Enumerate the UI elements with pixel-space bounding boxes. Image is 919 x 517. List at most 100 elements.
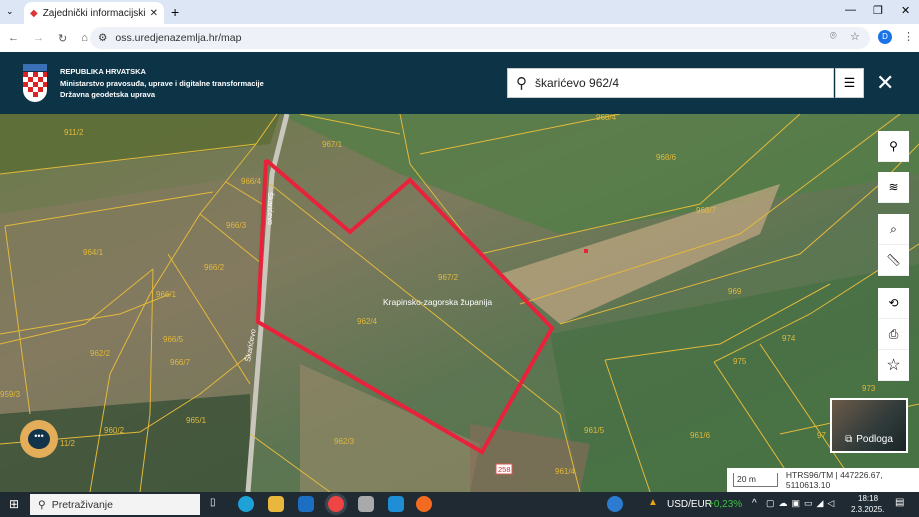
printer-icon: ⎙ <box>888 326 899 341</box>
parcel-label: 964/1 <box>83 248 104 257</box>
parcel-label: 967/2 <box>438 273 459 282</box>
parcel-label: 962/3 <box>334 437 355 446</box>
bookmark-star-icon[interactable]: ☆ <box>850 30 860 43</box>
app-icon[interactable] <box>358 496 374 512</box>
home-icon[interactable]: ⌂ <box>81 32 88 44</box>
site-favicon-icon: ◆ <box>30 7 38 19</box>
parcel-label: 962/4 <box>357 317 378 326</box>
map-pin-icon: ⚲ <box>889 139 898 153</box>
search-value: škarićevo 962/4 <box>535 76 620 90</box>
parcel-label: 961/6 <box>690 431 711 440</box>
parcel-label: 966/5 <box>163 335 184 344</box>
org-name: REPUBLIKA HRVATSKA <box>60 67 146 76</box>
ticker-label[interactable]: USD/EUR <box>667 499 712 510</box>
taskbar-search[interactable]: ⚲ Pretraživanje <box>30 494 200 515</box>
task-view-icon[interactable]: ▯ <box>210 497 216 508</box>
parcel-label: 966/1 <box>156 290 177 299</box>
parcel-label: 975 <box>733 357 747 366</box>
profile-avatar[interactable]: D <box>878 30 892 44</box>
filter-button[interactable]: ☰ <box>835 68 864 98</box>
sliders-icon: ☰ <box>843 75 856 90</box>
close-window-icon[interactable]: ✕ <box>901 4 910 17</box>
layers-icon: ≋ <box>888 180 899 194</box>
firefox-icon[interactable] <box>416 496 432 512</box>
clock-time[interactable]: 18:18 <box>858 494 878 503</box>
county-label: Krapinsko-zagorska županija <box>383 297 492 307</box>
ticker-change: +0,23% <box>708 499 743 510</box>
measure-button[interactable]: 📏︎ <box>878 245 909 276</box>
print-button[interactable]: ⎙ <box>878 319 909 350</box>
file-explorer-icon[interactable] <box>268 496 284 512</box>
browser-tab-bar: ⌄ ◆ Zajednički informacijski sustav ✕ + … <box>0 0 919 24</box>
parcel-label: 960/2 <box>104 426 125 435</box>
close-search-icon[interactable]: ✕ <box>876 72 894 94</box>
tab-list-icon[interactable]: ⌄ <box>6 6 14 17</box>
parcel-map[interactable]: 911/2 966/4 967/1 968/4 968/6 968/7 966/… <box>0 114 919 492</box>
search-icon: ⚲ <box>38 498 46 511</box>
parcel-label: 966/2 <box>204 263 225 272</box>
layers-button[interactable]: ≋ <box>878 172 909 203</box>
favorite-button[interactable]: ☆ <box>878 350 909 381</box>
location-icon[interactable]: ⌾ <box>830 30 837 43</box>
scale-coordinates-bar: 20 m HTRS96/TM | 447226.67, 5110613.10 <box>727 468 919 492</box>
parcel-label: 965/1 <box>186 416 207 425</box>
tab-title: Zajednički informacijski sustav <box>42 7 145 19</box>
app-header: REPUBLIKA HRVATSKA Ministarstvo pravosuđ… <box>0 52 919 114</box>
basemap-label: Podloga <box>856 434 893 445</box>
back-icon[interactable]: ← <box>8 32 19 44</box>
help-icon[interactable] <box>607 496 623 512</box>
scale-indicator: 20 m <box>733 473 778 487</box>
parcel-label: 969 <box>728 287 742 296</box>
tray-icons[interactable]: ▢☁▣▭◢◁ <box>766 498 838 509</box>
address-bar: ← → ↻ ⌂ ⚙ oss.uredjenazemlja.hr/map ⌾ ☆ … <box>0 24 919 52</box>
parcel-label: 911/2 <box>64 128 84 137</box>
chat-button[interactable]: ••• <box>20 420 58 458</box>
ruler-icon: 📏︎ <box>885 253 902 267</box>
chat-icon: ••• <box>28 429 50 449</box>
new-tab-icon[interactable]: + <box>171 4 179 20</box>
taskbar-search-placeholder: Pretraživanje <box>51 498 113 511</box>
parcel-label: 968/6 <box>656 153 677 162</box>
ministry-name: Ministarstvo pravosuđa, uprave i digital… <box>60 78 264 88</box>
maximize-icon[interactable]: ❐ <box>873 4 883 17</box>
taskbar: ⊞ ⚲ Pretraživanje ▯ ▲ USD/EUR +0,23% ^ ▢… <box>0 492 919 517</box>
outlook-icon[interactable] <box>298 496 314 512</box>
locate-button[interactable]: ⚲ <box>878 131 909 162</box>
site-info-icon[interactable]: ⚙ <box>98 32 107 44</box>
basemap-switcher[interactable]: ⧉ Podloga <box>830 398 908 453</box>
parcel-label: 966/3 <box>226 221 247 230</box>
menu-icon[interactable]: ⋮ <box>903 30 914 43</box>
layers-toolbar: ≋ <box>878 172 909 203</box>
url-text: oss.uredjenazemlja.hr/map <box>115 32 242 44</box>
notifications-icon[interactable]: ▤ <box>895 497 904 508</box>
browser-tab[interactable]: ◆ Zajednički informacijski sustav ✕ <box>24 2 164 24</box>
search-location-button[interactable]: ⌕ <box>878 214 909 245</box>
tray-chevron-icon[interactable]: ^ <box>752 498 757 509</box>
croatian-coat-of-arms-logo <box>23 64 47 102</box>
parcel-label: 962/2 <box>90 349 111 358</box>
parcel-label: 967/1 <box>322 140 343 149</box>
minimize-icon[interactable]: — <box>845 4 856 16</box>
location-marker <box>584 249 588 253</box>
parcel-label: 966/4 <box>241 177 262 186</box>
parcel-label: 961/4 <box>555 467 576 476</box>
edge-icon[interactable] <box>238 496 254 512</box>
map-canvas[interactable]: 911/2 966/4 967/1 968/4 968/6 968/7 966/… <box>0 114 919 492</box>
map-toolbar-bottom: ⟲ ⎙ ☆ <box>878 288 909 381</box>
share-button[interactable]: ⟲ <box>878 288 909 319</box>
forward-icon[interactable]: → <box>33 32 44 44</box>
clock-date[interactable]: 2.3.2025. <box>851 505 884 514</box>
close-tab-icon[interactable]: ✕ <box>150 8 158 19</box>
house-number: 258 <box>498 465 511 474</box>
chrome-icon[interactable] <box>328 496 344 512</box>
ticker-icon: ▲ <box>648 497 658 508</box>
windows-start-icon[interactable]: ⊞ <box>9 497 19 511</box>
search-pin-icon: ⌕ <box>890 221 897 236</box>
basemap-icon: ⧉ <box>845 434 853 445</box>
reload-icon[interactable]: ↻ <box>58 32 67 45</box>
coordinates-readout: HTRS96/TM | 447226.67, 5110613.10 <box>785 470 883 490</box>
url-field[interactable]: ⚙ oss.uredjenazemlja.hr/map <box>90 27 870 49</box>
skype-icon[interactable] <box>388 496 404 512</box>
share-icon: ⟲ <box>888 296 899 310</box>
search-input[interactable]: ⚲ škarićevo 962/4 <box>507 68 834 98</box>
